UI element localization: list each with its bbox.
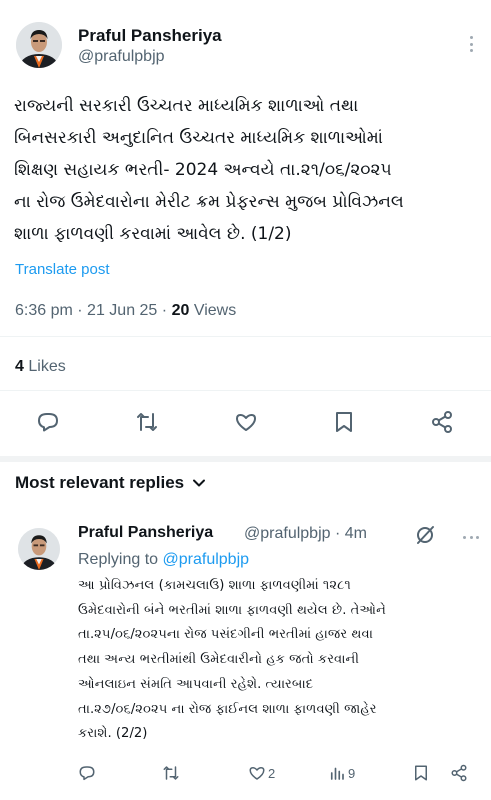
- share-icon: [451, 764, 467, 782]
- views-label: Views: [193, 302, 237, 319]
- reply-bookmark-button[interactable]: [412, 762, 430, 784]
- reply-text-line: ઓનલાઇન સંમતિ આપવાની રહેશે. ત્યારબાદ: [78, 676, 314, 692]
- chevron-down-icon: [193, 479, 206, 487]
- meta-separator: ·: [161, 302, 172, 319]
- repost-icon: [163, 766, 179, 780]
- views-count: 20: [171, 302, 190, 319]
- like-icon[interactable]: [232, 408, 260, 436]
- repost-icon[interactable]: [133, 408, 161, 436]
- replies-sort-dropdown[interactable]: Most relevant replies: [15, 473, 206, 493]
- reply-like-button[interactable]: 2: [248, 762, 275, 784]
- like-icon: [249, 767, 265, 780]
- divider: [0, 390, 491, 391]
- post-text-line: શિક્ષણ સહાયક ભરતી- 2024 અન્વયે તા.૨૧/૦૬/…: [14, 160, 392, 180]
- reply-author-name[interactable]: Praful Pansheriya: [78, 524, 213, 542]
- post-text-line: શાળા ફાળવણી કરવામાં આવેલ છે. (1/2): [14, 224, 292, 244]
- translate-post-link[interactable]: Translate post: [15, 261, 110, 278]
- views-icon: [330, 767, 344, 780]
- likes-label: Likes: [28, 358, 66, 375]
- reply-text-line: કરાશે. (2/2): [78, 726, 148, 742]
- bookmark-icon: [415, 765, 427, 781]
- replying-to-handle[interactable]: @prafulpbjp: [163, 551, 250, 568]
- reply-text-line: ઉમેદવારોની બંને ભરતીમાં શાળા ફાળવણી થયેલ…: [78, 602, 386, 618]
- replying-to-prefix: Replying to: [78, 551, 159, 568]
- reply-age[interactable]: 4m: [345, 525, 367, 542]
- reply-text-line: આ પ્રોવિઝનલ (કામચલાઉ) શાળા ફાળવણીમાં ૧૨૮…: [78, 578, 351, 593]
- reply-share-button[interactable]: [450, 762, 468, 784]
- author-name[interactable]: Praful Pansheriya: [78, 26, 222, 46]
- reply-like-count: 2: [268, 765, 276, 781]
- reply-author-avatar[interactable]: [18, 528, 60, 570]
- reply-actions: 2 9: [0, 762, 491, 786]
- post-text-line: ના રોજ ઉમેદવારોના મેરીટ ક્રમ પ્રેફરન્સ મ…: [14, 192, 404, 212]
- meta-separator: ·: [334, 525, 345, 542]
- reply-text: આ પ્રોવિઝનલ (કામચલાઉ) શાળા ફાળવણીમાં ૧૨૮…: [78, 574, 478, 747]
- reply-author-handle[interactable]: @prafulpbjp: [244, 525, 331, 542]
- reply-views-count: 9: [348, 765, 356, 781]
- avatar-image: [16, 22, 62, 68]
- section-divider: [0, 456, 491, 462]
- avatar-image: [18, 528, 60, 570]
- meta-separator: ·: [77, 302, 88, 319]
- author-handle[interactable]: @prafulpbjp: [78, 48, 165, 66]
- post-date[interactable]: 21 Jun 25: [87, 302, 157, 319]
- divider: [0, 336, 491, 337]
- reply-text-line: તથા અન્ય ભરતીમાંથી ઉમેદવારીનો હક જતો કરવ…: [78, 652, 360, 668]
- reply-text-line: તા.૨૫/૦૬/૨૦૨૫ના રોજ પસંદગીની ભરતીમાં હાજ…: [78, 627, 373, 643]
- share-icon[interactable]: [428, 408, 456, 436]
- reply-reply-button[interactable]: [78, 762, 96, 784]
- likes-count: 4: [15, 358, 24, 375]
- post-time[interactable]: 6:36 pm: [15, 302, 73, 319]
- replying-to: Replying to @prafulpbjp: [78, 551, 249, 569]
- more-options-icon[interactable]: [467, 36, 475, 52]
- replies-header-label: Most relevant replies: [15, 473, 185, 492]
- reply-more-options-icon[interactable]: [463, 534, 479, 540]
- post-actions: [0, 408, 491, 438]
- reply-repost-button[interactable]: [162, 762, 180, 784]
- author-avatar[interactable]: [16, 22, 62, 68]
- bookmark-icon[interactable]: [330, 408, 358, 436]
- grok-icon[interactable]: [414, 524, 436, 546]
- reply-icon: [79, 766, 95, 781]
- post-text-line: બિનસરકારી અનુદાનિત ઉચ્ચતર માધ્યમિક શાળાઓ…: [14, 128, 383, 148]
- likes-summary[interactable]: 4 Likes: [15, 358, 66, 376]
- reply-views-button[interactable]: 9: [328, 762, 355, 784]
- post-text-line: રાજ્યની સરકારી ઉચ્ચતર માધ્યમિક શાળાઓ તથા: [14, 96, 359, 116]
- reply-text-line: તા.૨૭/૦૬/૨૦૨૫ ના રોજ ફાઈનલ શાળા ફાળવણી જ…: [78, 701, 377, 717]
- reply-handle-age: @prafulpbjp · 4m: [244, 525, 367, 543]
- post-text: રાજ્યની સરકારી ઉચ્ચતર માધ્યમિક શાળાઓ તથા…: [14, 90, 484, 250]
- reply-icon[interactable]: [34, 408, 62, 436]
- post-meta: 6:36 pm · 21 Jun 25 · 20 Views: [15, 302, 236, 320]
